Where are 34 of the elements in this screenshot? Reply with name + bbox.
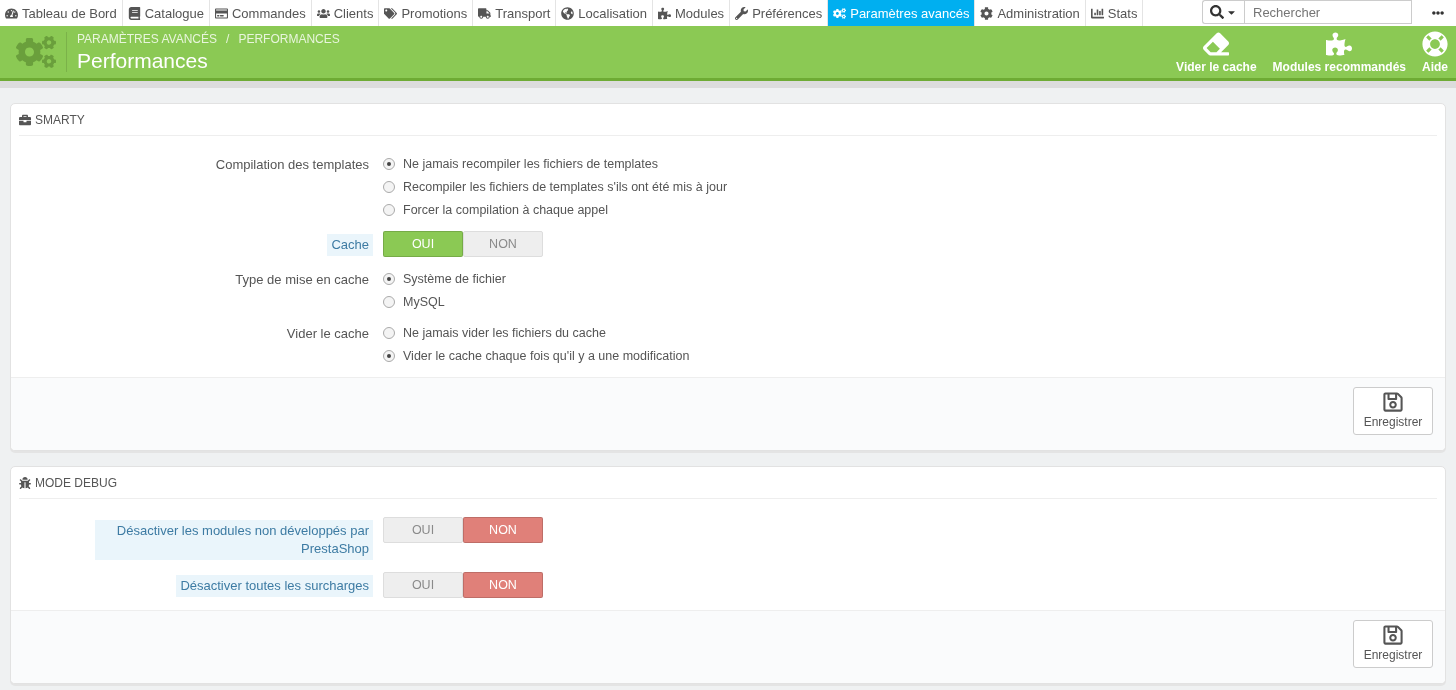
field-label: Vider le cache	[285, 325, 370, 343]
search-icon	[1210, 5, 1224, 19]
radio-option[interactable]: Ne jamais vider les fichiers du cache	[383, 323, 1445, 342]
save-button[interactable]: Enregistrer	[1353, 620, 1433, 668]
radio-button[interactable]	[383, 350, 395, 362]
radio-option[interactable]: MySQL	[383, 292, 1445, 311]
search-field[interactable]: Rechercher	[1244, 0, 1412, 24]
eraser-icon	[1203, 30, 1230, 57]
field-label: Désactiver toutes les surcharges	[176, 575, 373, 597]
page-title: Performances	[77, 48, 209, 73]
radio-option[interactable]: Forcer la compilation à chaque appel	[383, 200, 1445, 219]
panel-title: MODE DEBUG	[35, 475, 117, 490]
field-label: Cache	[327, 234, 373, 256]
panel-title: SMARTY	[35, 112, 85, 127]
radio-option[interactable]: Système de fichier	[383, 269, 1445, 288]
save-button[interactable]: Enregistrer	[1353, 387, 1433, 435]
field-label: Désactiver les modules non développés par PrestaShop	[95, 520, 373, 560]
radio-option[interactable]: Vider le cache chaque fois qu'il y a une modification	[383, 346, 1445, 365]
radio-button[interactable]	[383, 296, 395, 308]
radio-button[interactable]	[383, 158, 395, 170]
radio-button[interactable]	[383, 181, 395, 193]
radio-option[interactable]: Ne jamais recompiler les fichiers de templates	[383, 154, 1445, 173]
puzzle-icon	[1326, 30, 1353, 57]
breadcrumb-separator: /	[226, 31, 230, 46]
lifebuoy-icon	[1422, 30, 1448, 57]
field-label: Type de mise en cache	[234, 271, 370, 289]
search-button[interactable]	[1202, 0, 1244, 24]
field-label: Compilation des templates	[214, 156, 370, 174]
panel-icon	[19, 476, 31, 489]
panel-icon	[19, 113, 31, 126]
radio-button[interactable]	[383, 204, 395, 216]
radio-button[interactable]	[383, 273, 395, 285]
radio-button[interactable]	[383, 327, 395, 339]
radio-option[interactable]: Recompiler les fichiers de templates s'ils ont été mis à jour	[383, 177, 1445, 196]
